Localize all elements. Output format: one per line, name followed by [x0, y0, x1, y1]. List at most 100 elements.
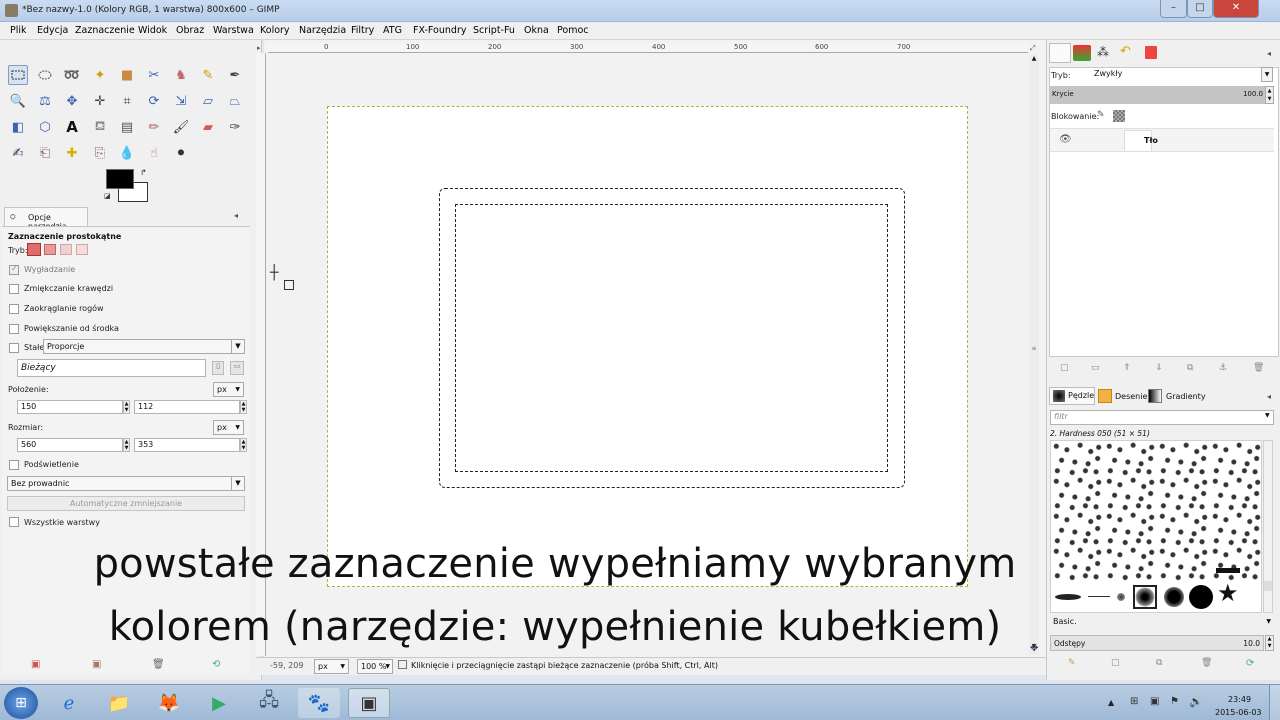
ink-tool-icon[interactable]: ✍	[8, 143, 28, 163]
opacity-slider[interactable]: Krycie 100.0	[1050, 86, 1265, 104]
reset-options-icon[interactable]: ⟲	[212, 659, 220, 670]
size-width-input[interactable]: 560	[17, 438, 123, 452]
firefox-taskbar-icon[interactable]: 🦊	[148, 688, 190, 718]
image-canvas[interactable]	[327, 106, 968, 587]
eraser-tool-icon[interactable]: ▰	[198, 117, 218, 137]
guides-select[interactable]: Bez prowadnic ▼	[7, 476, 245, 491]
pencil-tool-icon[interactable]: ✏	[144, 117, 164, 137]
size-width-stepper[interactable]: ▲ ▼	[123, 438, 130, 452]
align-tool-icon[interactable]: ✛	[90, 91, 110, 111]
perspective-tool-icon[interactable]: ⏢	[225, 91, 245, 111]
dock-menu-icon[interactable]: ◂	[1267, 49, 1271, 58]
all-layers-checkbox[interactable]	[9, 517, 19, 527]
unit-select[interactable]: px ▼	[314, 659, 349, 674]
menu-obraz[interactable]: Obraz	[176, 25, 204, 36]
edit-brush-icon[interactable]: ✎	[1068, 658, 1076, 668]
foreground-color-swatch[interactable]	[106, 169, 134, 189]
brush-filter-input[interactable]: filtr	[1050, 410, 1274, 425]
bucket-fill-tool-icon[interactable]: ⛾	[90, 117, 110, 137]
expand-from-center-checkbox[interactable]	[9, 324, 19, 334]
chevron-down-icon[interactable]: ▼	[1261, 67, 1273, 82]
smudge-tool-icon[interactable]: ☝	[144, 143, 164, 163]
mode-intersect-icon[interactable]	[76, 244, 88, 255]
portrait-icon[interactable]: ▯	[212, 361, 224, 375]
layer-row[interactable]: 👁 Tło	[1050, 128, 1274, 152]
refresh-brushes-icon[interactable]: ⟳	[1246, 658, 1254, 669]
foreground-select-tool-icon[interactable]: ♞	[171, 65, 191, 85]
brush-preview[interactable]	[1055, 594, 1081, 600]
star-brush-icon[interactable]: ★	[1217, 581, 1239, 605]
brush-preview[interactable]	[1164, 587, 1184, 607]
mode-subtract-icon[interactable]	[60, 244, 72, 255]
size-height-input[interactable]: 353	[134, 438, 240, 452]
tab-gradients[interactable]: Gradienty	[1147, 388, 1206, 405]
move-tool-icon[interactable]: ✥	[62, 91, 82, 111]
aspect-ratio-field[interactable]: Bieżący	[17, 359, 206, 377]
autoshrink-button[interactable]: Automatyczne zmniejszanie	[7, 496, 245, 511]
highlight-checkbox[interactable]	[9, 460, 19, 470]
antialias-checkbox[interactable]: ✓	[9, 264, 19, 275]
shear-tool-icon[interactable]: ▱	[198, 91, 218, 111]
menu-narzedzia[interactable]: Narzędzia	[299, 25, 346, 36]
paths-tab-icon[interactable]: ⁂	[1097, 45, 1109, 59]
landscape-icon[interactable]: ▭	[230, 361, 244, 375]
tab-tool-options[interactable]: ⛭ Opcje narzędzia	[4, 207, 88, 231]
menu-pomoc[interactable]: Pomoc	[557, 25, 589, 36]
maximize-button[interactable]: □	[1187, 0, 1213, 18]
brush-grid[interactable]: ★	[1050, 440, 1262, 613]
new-layer-icon[interactable]: ▢	[1060, 363, 1069, 373]
show-desktop-button[interactable]	[1269, 685, 1280, 720]
size-unit-select[interactable]: px ▼	[213, 420, 244, 435]
brush-panel-menu-icon[interactable]: ◂	[1267, 392, 1271, 401]
feather-checkbox[interactable]	[9, 284, 19, 294]
save-options-icon[interactable]: ▣	[31, 659, 40, 670]
mode-replace-icon[interactable]	[27, 243, 41, 256]
menu-widok[interactable]: Widok	[138, 25, 167, 36]
panel-menu-icon[interactable]: ◂	[234, 211, 238, 220]
duplicate-layer-icon[interactable]: ⧉	[1187, 363, 1193, 373]
round-corners-checkbox[interactable]	[9, 304, 19, 314]
eye-icon[interactable]: 👁	[1059, 134, 1072, 145]
raise-layer-icon[interactable]: ⇑	[1123, 363, 1131, 373]
delete-layer-icon[interactable]: 🗑	[1253, 363, 1264, 373]
lower-layer-icon[interactable]: ⇓	[1155, 363, 1163, 373]
scissors-tool-icon[interactable]: ✂	[144, 65, 164, 85]
brush-preview[interactable]	[1216, 568, 1240, 573]
position-unit-select[interactable]: px ▼	[213, 382, 244, 397]
layer-mode-select[interactable]: Zwykły	[1091, 67, 1273, 82]
delete-options-icon[interactable]: 🗑	[152, 659, 165, 670]
menu-kolory[interactable]: Kolory	[260, 25, 290, 36]
mode-add-icon[interactable]	[44, 244, 56, 255]
rect-select-tool-icon[interactable]	[8, 65, 28, 85]
clock-time[interactable]: 23:49	[1228, 695, 1251, 704]
airbrush-tool-icon[interactable]: ✑	[225, 117, 245, 137]
brush-scrollbar[interactable]	[1263, 440, 1273, 613]
delete-brush-icon[interactable]: 🗑	[1201, 658, 1212, 668]
brush-preview[interactable]	[1117, 593, 1125, 601]
scroll-thumb[interactable]: ≡	[1030, 345, 1038, 357]
start-button[interactable]: ⊞	[4, 687, 38, 719]
chevron-down-icon[interactable]: ▼	[1265, 412, 1270, 419]
document-tab-icon[interactable]	[1145, 46, 1157, 59]
lock-pixels-icon[interactable]: ✎	[1097, 110, 1105, 120]
size-height-stepper[interactable]: ▲ ▼	[240, 438, 247, 452]
lock-alpha-icon[interactable]	[1113, 110, 1125, 122]
blend-tool-icon[interactable]: ▤	[117, 117, 137, 137]
ie-taskbar-icon[interactable]: ℯ	[48, 688, 90, 718]
crop-tool-icon[interactable]: ⌗	[117, 91, 137, 111]
zoom-select[interactable]: 100 % ▼	[357, 659, 393, 674]
menu-warstwa[interactable]: Warstwa	[213, 25, 254, 36]
reset-colors-icon[interactable]: ◪	[104, 192, 114, 200]
brush-preview[interactable]	[1088, 596, 1110, 597]
minimize-button[interactable]: –	[1160, 0, 1187, 18]
brush-scroll-thumb[interactable]	[1264, 581, 1272, 591]
undo-history-tab-icon[interactable]: ↶	[1120, 44, 1131, 59]
quick-mask-corner-icon[interactable]: ▸	[257, 44, 266, 53]
tab-patterns[interactable]: Desenie	[1097, 388, 1147, 405]
position-y-stepper[interactable]: ▲ ▼	[240, 400, 247, 414]
tray-flag-icon[interactable]: ⚑	[1170, 696, 1179, 707]
dodge-burn-tool-icon[interactable]: ⚫	[171, 143, 191, 163]
color-picker-tool-icon[interactable]: ✒	[225, 65, 245, 85]
measure-tool-icon[interactable]: ⚖	[35, 91, 55, 111]
clock-date[interactable]: 2015-06-03	[1215, 708, 1262, 717]
